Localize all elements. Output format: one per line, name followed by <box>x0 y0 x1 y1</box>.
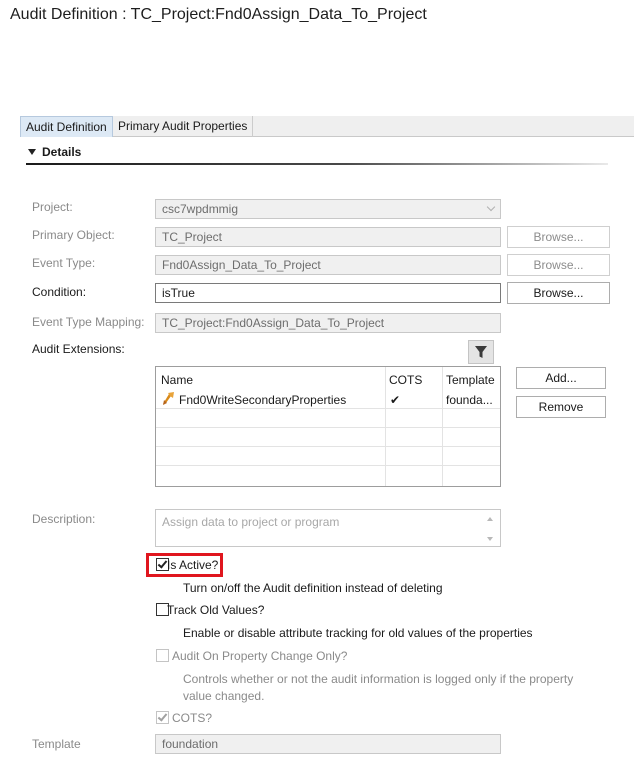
condition-input[interactable]: isTrue <box>155 283 501 303</box>
add-extension-button[interactable]: Add... <box>516 367 606 389</box>
details-section-label: Details <box>42 145 82 159</box>
event-type-label: Event Type: <box>32 256 96 270</box>
filter-icon <box>475 346 487 358</box>
event-type-field: Fnd0Assign_Data_To_Project <box>155 255 501 275</box>
window-title: Audit Definition : TC_Project:Fnd0Assign… <box>10 6 427 23</box>
template-field: foundation <box>155 734 501 754</box>
primary-object-field: TC_Project <box>155 227 501 247</box>
audit-on-property-change-checkbox[interactable] <box>156 649 169 662</box>
condition-browse-button[interactable]: Browse... <box>507 282 610 304</box>
project-label: Project: <box>32 200 73 214</box>
details-section-header[interactable]: Details <box>28 145 81 159</box>
audit-extensions-label: Audit Extensions: <box>32 342 125 356</box>
project-select[interactable]: csc7wpdmmig <box>155 199 501 219</box>
extension-name: Fnd0WriteSecondaryProperties <box>179 393 347 407</box>
extension-template: founda... <box>446 393 493 407</box>
description-placeholder: Assign data to project or program <box>162 515 340 529</box>
column-header-cots[interactable]: COTS <box>389 373 422 387</box>
audit-on-property-change-help: Controls whether or not the audit inform… <box>183 672 574 703</box>
primary-object-label: Primary Object: <box>32 228 115 242</box>
is-active-help: Turn on/off the Audit definition instead… <box>183 581 443 595</box>
chevron-down-icon <box>486 202 496 212</box>
row-divider <box>156 465 500 466</box>
audit-on-property-change-label[interactable]: Audit On Property Change Only? <box>172 649 347 663</box>
filter-button[interactable] <box>468 340 494 364</box>
row-divider <box>156 446 500 447</box>
extension-cots: ✔ <box>390 393 401 407</box>
highlight-box <box>146 553 223 577</box>
audit-extensions-table[interactable]: Name COTS Template Fnd0WriteSecondaryPro… <box>155 366 501 487</box>
event-type-mapping-label: Event Type Mapping: <box>32 315 145 329</box>
template-label: Template <box>32 737 81 751</box>
description-textarea[interactable]: Assign data to project or program <box>155 509 501 547</box>
condition-label: Condition: <box>32 285 87 299</box>
primary-object-browse-button[interactable]: Browse... <box>507 226 610 248</box>
event-type-browse-button[interactable]: Browse... <box>507 254 610 276</box>
cots-label[interactable]: COTS? <box>172 711 212 725</box>
section-divider <box>26 163 608 165</box>
tab-primary-audit-properties[interactable]: Primary Audit Properties <box>113 116 254 137</box>
remove-extension-button[interactable]: Remove <box>516 396 606 418</box>
row-divider <box>156 427 500 428</box>
project-value: csc7wpdmmig <box>162 202 239 216</box>
column-header-name[interactable]: Name <box>161 373 193 387</box>
track-old-values-help: Enable or disable attribute tracking for… <box>183 626 533 640</box>
cots-checkbox[interactable] <box>156 711 169 724</box>
extension-icon <box>163 392 174 405</box>
event-type-mapping-field: TC_Project:Fnd0Assign_Data_To_Project <box>155 313 501 333</box>
row-divider <box>156 408 500 409</box>
track-old-values-label[interactable]: Track Old Values? <box>167 603 264 617</box>
collapse-triangle-icon <box>28 149 36 155</box>
tab-audit-definition[interactable]: Audit Definition <box>20 116 113 137</box>
checkmark-icon <box>157 711 168 722</box>
scroll-down-icon[interactable] <box>487 537 493 541</box>
scroll-up-icon[interactable] <box>487 517 493 521</box>
tab-strip: Audit Definition Primary Audit Propertie… <box>20 116 634 137</box>
table-row[interactable]: Fnd0WriteSecondaryProperties ✔ founda... <box>156 389 500 408</box>
column-header-template[interactable]: Template <box>446 373 495 387</box>
description-label: Description: <box>32 512 96 526</box>
